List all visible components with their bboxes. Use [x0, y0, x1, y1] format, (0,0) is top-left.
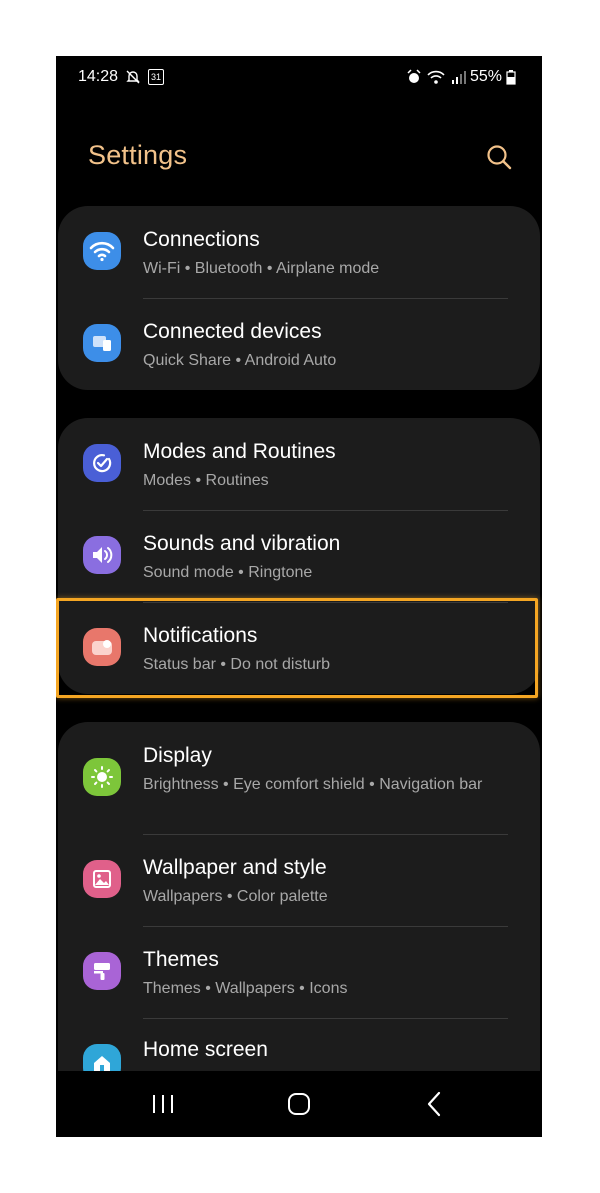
settings-item-subtitle: Sound mode • Ringtone — [143, 564, 313, 581]
settings-item-title: Sounds and vibration — [143, 532, 341, 555]
settings-item-title: Home screen — [143, 1038, 268, 1061]
settings-item-sounds-and-vibration[interactable]: Sounds and vibration Sound mode • Ringto… — [58, 510, 540, 602]
devices-icon — [83, 324, 121, 362]
settings-item-subtitle: Wallpapers • Color palette — [143, 888, 328, 905]
battery-icon — [506, 70, 516, 85]
settings-item-subtitle: Modes • Routines — [143, 472, 269, 489]
settings-item-modes-and-routines[interactable]: Modes and Routines Modes • Routines — [58, 418, 540, 510]
wifi-icon — [83, 232, 121, 270]
settings-item-title: Wallpaper and style — [143, 856, 327, 879]
wifi-status-icon — [427, 70, 445, 84]
speaker-icon — [83, 536, 121, 574]
search-icon[interactable] — [484, 142, 514, 172]
calendar-icon: 31 — [148, 69, 165, 85]
image-icon — [83, 860, 121, 898]
settings-item-subtitle: Brightness • Eye comfort shield • Naviga… — [143, 776, 483, 793]
battery-percent: 55% — [469, 68, 502, 85]
settings-item-subtitle: Themes • Wallpapers • Icons — [143, 980, 348, 997]
settings-item-subtitle: Quick Share • Android Auto — [143, 352, 337, 369]
check-circle-icon — [83, 444, 121, 482]
brush-icon — [83, 952, 121, 990]
navigation-bar — [56, 1071, 542, 1137]
page-title: Settings — [88, 140, 188, 170]
status-time: 14:28 — [78, 68, 119, 85]
back-button[interactable] — [420, 1089, 450, 1119]
sun-icon — [83, 758, 121, 796]
settings-item-title: Themes — [143, 948, 219, 971]
recent-apps-button[interactable] — [148, 1089, 178, 1119]
settings-item-title: Connections — [143, 228, 260, 251]
alarm-icon — [407, 69, 421, 83]
settings-item-display[interactable]: Display Brightness • Eye comfort shield … — [58, 722, 540, 834]
settings-group-connections: Connections Wi-Fi • Bluetooth • Airplane… — [58, 206, 540, 390]
status-bar: 14:28 31 55% — [56, 56, 542, 100]
settings-item-title: Display — [143, 744, 212, 767]
settings-group-display: Display Brightness • Eye comfort shield … — [58, 722, 540, 1122]
settings-item-title: Modes and Routines — [143, 440, 336, 463]
signal-icon — [451, 71, 466, 84]
settings-item-themes[interactable]: Themes Themes • Wallpapers • Icons — [58, 926, 540, 1018]
notifications-highlight — [56, 598, 538, 698]
settings-item-connections[interactable]: Connections Wi-Fi • Bluetooth • Airplane… — [58, 206, 540, 298]
phone-screen: 14:28 31 55% Settings Connections Wi-Fi … — [56, 56, 542, 1137]
settings-item-wallpaper-and-style[interactable]: Wallpaper and style Wallpapers • Color p… — [58, 834, 540, 926]
settings-item-connected-devices[interactable]: Connected devices Quick Share • Android … — [58, 298, 540, 390]
settings-item-subtitle: Wi-Fi • Bluetooth • Airplane mode — [143, 260, 380, 277]
settings-item-title: Connected devices — [143, 320, 322, 343]
notifications-off-icon — [126, 70, 140, 84]
home-button[interactable] — [284, 1089, 314, 1119]
